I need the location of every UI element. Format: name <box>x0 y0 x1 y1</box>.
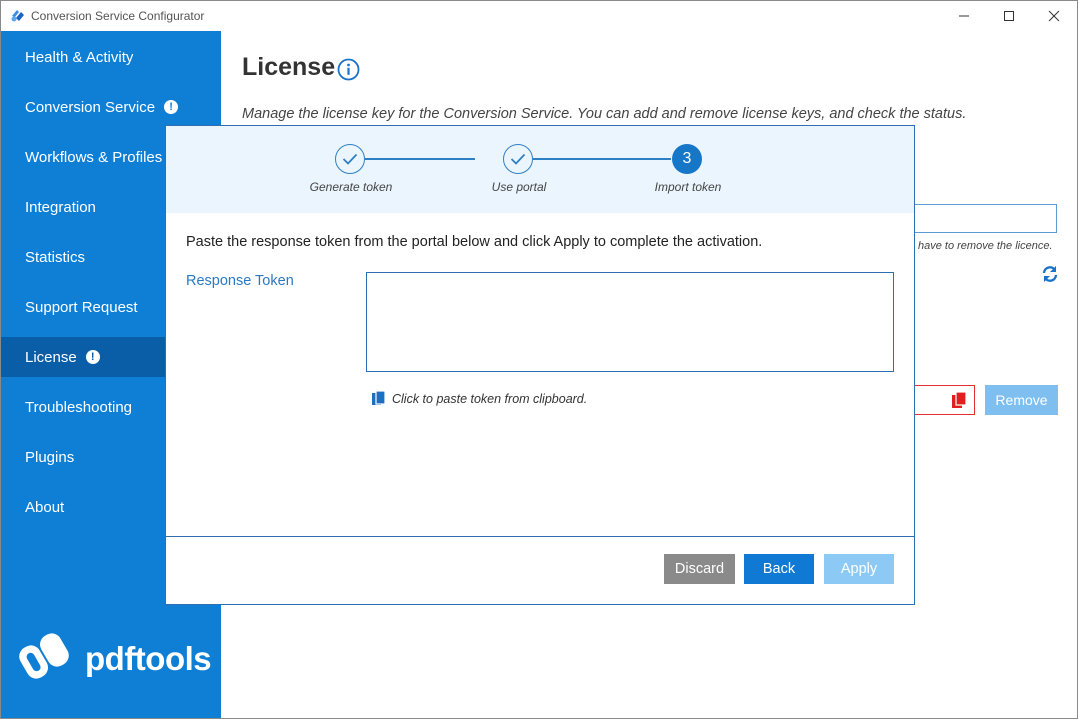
step-label: Import token <box>654 180 722 194</box>
wizard-steps: 3 Generate token Use portal Import token <box>166 126 914 213</box>
response-token-input[interactable] <box>366 272 894 372</box>
step-connector <box>365 158 475 160</box>
checkmark-icon <box>342 153 358 165</box>
back-button[interactable]: Back <box>744 554 814 584</box>
sidebar-item-label: Support Request <box>25 298 138 316</box>
minimize-icon[interactable] <box>941 1 987 31</box>
refresh-icon[interactable] <box>1041 265 1059 288</box>
sidebar-item-label: Integration <box>25 198 96 216</box>
dialog-divider <box>166 536 914 537</box>
pdftools-logo-icon <box>15 631 73 686</box>
close-icon[interactable] <box>1031 1 1077 31</box>
alert-icon: ! <box>164 100 179 114</box>
checkmark-icon <box>510 153 526 165</box>
apply-button[interactable]: Apply <box>824 554 894 584</box>
sidebar-item-label: Troubleshooting <box>25 398 133 416</box>
app-window: Conversion Service Configurator Health &… <box>0 0 1078 719</box>
page-title: License <box>242 53 336 81</box>
step-label: Generate token <box>309 180 393 194</box>
step-import-token: 3 <box>672 144 702 174</box>
sidebar-item-conversion-service[interactable]: Conversion Service ! <box>1 87 221 127</box>
sidebar-item-label: Workflows & Profiles <box>25 148 163 166</box>
response-token-label: Response Token <box>186 273 294 289</box>
activation-dialog: 3 Generate token Use portal Import token… <box>165 125 915 605</box>
sidebar-item-label: Plugins <box>25 448 75 466</box>
page-description: Manage the license key for the Conversio… <box>242 106 967 122</box>
discard-button[interactable]: Discard <box>664 554 735 584</box>
paste-from-clipboard[interactable]: Click to paste token from clipboard. <box>371 390 587 407</box>
info-icon[interactable] <box>337 58 360 86</box>
sidebar-item-label: Statistics <box>25 248 86 266</box>
sidebar-item-label: License <box>25 348 77 366</box>
copy-icon[interactable] <box>951 391 967 414</box>
logo-text: pdftools <box>85 639 212 677</box>
paste-icon <box>372 390 386 405</box>
dialog-instruction: Paste the response token from the portal… <box>186 234 763 250</box>
remove-button[interactable]: Remove <box>985 385 1058 415</box>
maximize-icon[interactable] <box>986 1 1032 31</box>
step-number: 3 <box>682 150 692 167</box>
sidebar-item-label: Health & Activity <box>25 48 134 66</box>
paste-hint: Click to paste token from clipboard. <box>392 391 588 406</box>
step-label: Use portal <box>491 180 547 194</box>
sidebar-item-health-activity[interactable]: Health & Activity <box>1 37 221 77</box>
sidebar-item-label: About <box>25 498 65 516</box>
license-note: have to remove the licence. <box>918 240 1053 252</box>
step-use-portal <box>503 144 533 174</box>
step-generate-token <box>335 144 365 174</box>
alert-icon: ! <box>85 350 100 364</box>
pdftools-logo: pdftools <box>15 631 212 686</box>
step-connector <box>533 158 671 160</box>
sidebar-item-label: Conversion Service <box>25 98 156 116</box>
window-title: Conversion Service Configurator <box>31 9 205 23</box>
title-bar: Conversion Service Configurator <box>1 1 1077 31</box>
app-icon <box>10 9 26 28</box>
